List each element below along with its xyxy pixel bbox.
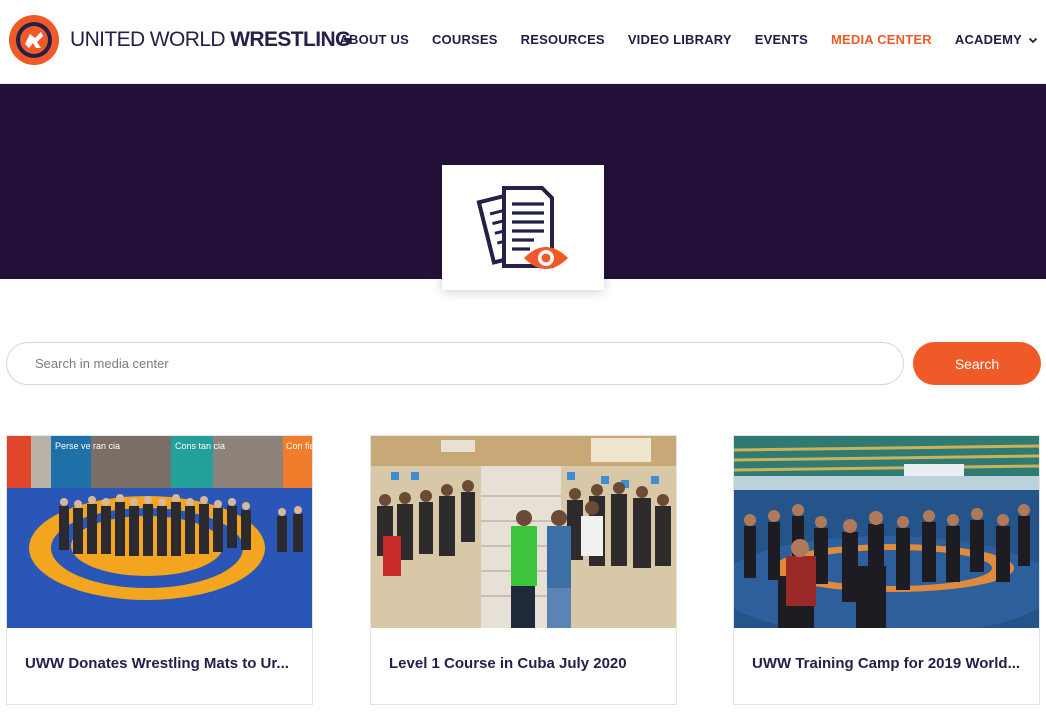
- card-title: UWW Donates Wrestling Mats to Ur...: [25, 655, 289, 672]
- card-title: UWW Training Camp for 2019 World...: [752, 655, 1021, 672]
- nav-video-library[interactable]: VIDEO LIBRARY: [628, 32, 732, 47]
- search-button[interactable]: Search: [913, 342, 1041, 385]
- nav-label: VIDEO LIBRARY: [627, 32, 732, 47]
- nav-label: ABOUT US: [339, 32, 409, 47]
- media-card[interactable]: Perse ve ran cia Cons tan cia Con fian z…: [6, 435, 313, 705]
- nav-about-us[interactable]: ABOUT US: [339, 32, 409, 47]
- banner-text-perseverancia: Perse ve ran cia: [55, 441, 120, 451]
- site-logo[interactable]: UNITED WORLD WRESTLING: [8, 14, 351, 66]
- nav-media-center[interactable]: MEDIA CENTER: [831, 32, 932, 47]
- nav-label: COURSES: [431, 32, 498, 47]
- nav-courses[interactable]: COURSES: [432, 32, 498, 47]
- main-nav: ABOUT US COURSES RESOURCES VIDEO LIBRARY…: [316, 32, 1038, 47]
- nav-academy[interactable]: ACADEMY: [955, 32, 1038, 47]
- nav-resources[interactable]: RESOURCES: [521, 32, 605, 47]
- nav-events[interactable]: EVENTS: [755, 32, 808, 47]
- uww-emblem-icon: [9, 15, 59, 65]
- logo-wordmark: UNITED WORLD WRESTLING: [70, 28, 351, 52]
- search-input[interactable]: [6, 342, 904, 385]
- nav-label: ACADEMY: [954, 32, 1022, 47]
- nav-label: EVENTS: [754, 32, 808, 47]
- document-eye-icon: [476, 185, 568, 269]
- media-center-icon-card: [442, 165, 604, 290]
- nav-label: RESOURCES: [520, 32, 605, 47]
- nav-label: MEDIA CENTER: [831, 32, 932, 47]
- chevron-down-icon: [1028, 37, 1038, 43]
- banner-text-constancia: Cons tan cia: [175, 441, 225, 451]
- logo-text-thin: UNITED WORLD: [70, 28, 231, 51]
- banner-text-confianza: Con fian za: [286, 441, 312, 451]
- card-image-cuba-course: [371, 436, 676, 628]
- site-header: UNITED WORLD WRESTLING ABOUT US COURSES …: [0, 0, 1046, 84]
- card-image-mat-donation: Perse ve ran cia Cons tan cia Con fian z…: [7, 436, 312, 628]
- media-card[interactable]: UWW Training Camp for 2019 World...: [733, 435, 1040, 705]
- card-title: Level 1 Course in Cuba July 2020: [389, 655, 627, 672]
- card-image-training-camp: [734, 436, 1039, 628]
- media-card[interactable]: Level 1 Course in Cuba July 2020: [370, 435, 677, 705]
